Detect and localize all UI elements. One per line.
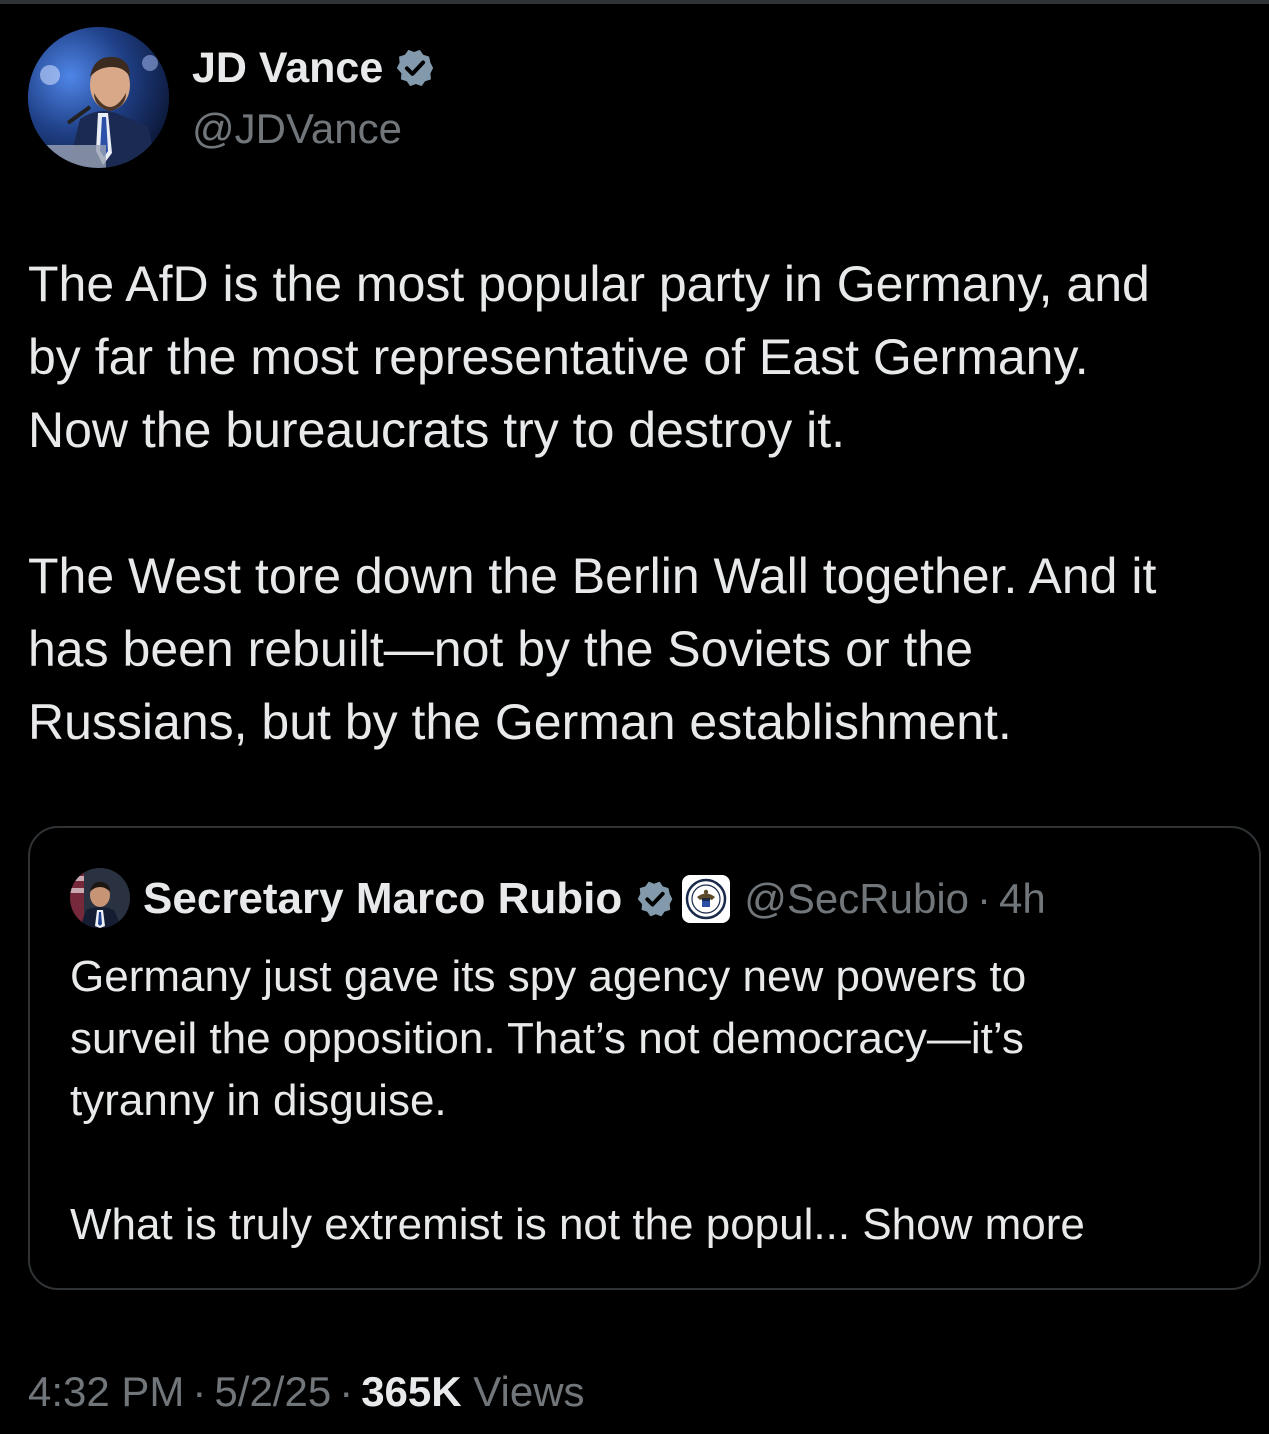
quoted-author-handle[interactable]: @SecRubio (744, 875, 969, 923)
author-handle[interactable]: @JDVance (192, 104, 402, 154)
post-date[interactable]: 5/2/25 (214, 1368, 331, 1415)
post-time[interactable]: 4:32 PM (28, 1368, 184, 1415)
meta-separator: · (339, 1368, 354, 1415)
quoted-author-avatar[interactable] (70, 868, 130, 928)
paragraph-spacer (28, 467, 1263, 540)
quoted-tweet-card[interactable]: Secretary Marco Rubio @SecRubio · 4h Ger… (28, 826, 1261, 1290)
quoted-line: surveil the opposition. That’s not democ… (70, 1014, 1024, 1063)
header-separator: · (977, 875, 992, 922)
top-divider (0, 0, 1269, 4)
government-seal-icon (682, 875, 731, 923)
meta-separator: · (192, 1368, 207, 1415)
author-avatar[interactable] (28, 27, 169, 168)
quoted-tweet-body: Germany just gave its spy agency new pow… (70, 946, 1230, 1256)
quoted-tweet-time[interactable]: 4h (999, 875, 1046, 923)
tweet-line: by far the most representative of East G… (28, 329, 1089, 385)
tweet-line: The AfD is the most popular party in Ger… (28, 256, 1150, 312)
quoted-line: Germany just gave its spy agency new pow… (70, 952, 1027, 1001)
verified-badge-icon (397, 49, 434, 87)
quoted-line: tyranny in disguise. (70, 1076, 447, 1125)
views-count: 365K (361, 1368, 462, 1415)
show-more-link[interactable]: Show more (862, 1200, 1085, 1249)
tweet-line: Russians, but by the German establishmen… (28, 694, 1012, 750)
views-label: Views (473, 1368, 585, 1415)
tweet-body: The AfD is the most popular party in Ger… (28, 248, 1263, 759)
author-name[interactable]: JD Vance (192, 42, 383, 94)
paragraph-spacer (70, 1132, 1230, 1194)
quoted-truncated-text: What is truly extremist is not the popul… (70, 1200, 851, 1249)
quoted-tweet-header: Secretary Marco Rubio @SecRubio · 4h (143, 872, 1046, 926)
quoted-author-name[interactable]: Secretary Marco Rubio (143, 874, 622, 924)
tweet-line: The West tore down the Berlin Wall toget… (28, 548, 1157, 604)
tweet-line: Now the bureaucrats try to destroy it. (28, 402, 846, 458)
tweet-meta: 4:32 PM · 5/2/25 · 365K Views (28, 1364, 585, 1420)
author-name-row[interactable]: JD Vance (192, 42, 437, 94)
tweet-line: has been rebuilt—not by the Soviets or t… (28, 621, 974, 677)
verified-badge-icon (637, 881, 673, 917)
quoted-line: What is truly extremist is not the popul… (70, 1194, 1230, 1256)
